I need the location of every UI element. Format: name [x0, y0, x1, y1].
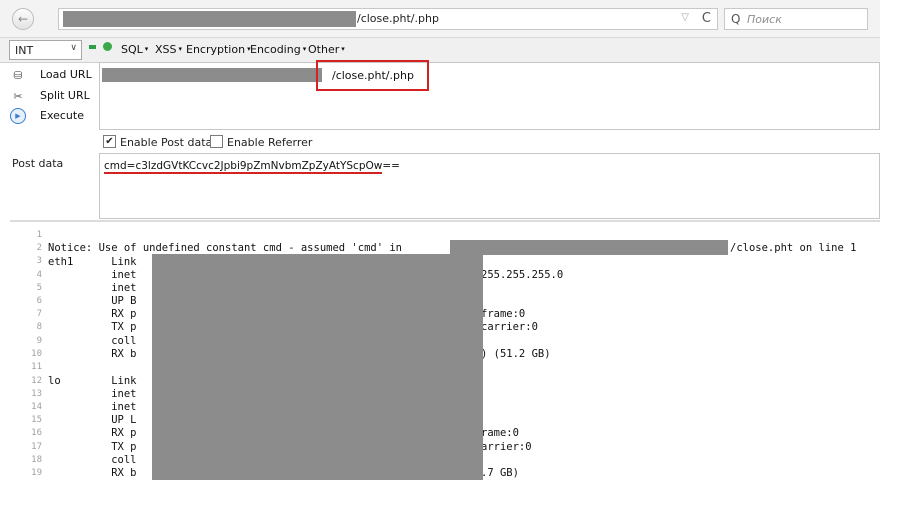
enable-referrer-label: Enable Referrer	[227, 136, 313, 149]
navigation-bar: ← /close.pht/.php ▽ C Q Поиск	[0, 0, 880, 38]
redacted-host	[63, 11, 356, 27]
page-source-view: 1 2 3 4 5 6 7 8 9 10 11 12 13 14 15 16 1…	[0, 228, 880, 488]
code-line: RX b	[48, 348, 137, 360]
code-line-tail: rame:0	[481, 427, 519, 439]
line-number: 14	[31, 402, 42, 412]
line-number: 7	[36, 309, 42, 319]
address-bar[interactable]: /close.pht/.php ▽ C	[58, 8, 718, 30]
code-line: eth1 Link	[48, 256, 137, 268]
code-line: RX b	[48, 467, 137, 479]
code-line: TX p	[48, 441, 137, 453]
line-number: 5	[36, 283, 42, 293]
line-number: 18	[31, 455, 42, 465]
code-line: coll	[48, 454, 137, 466]
line-number: 4	[36, 270, 42, 280]
checkbox-unchecked-icon	[210, 135, 223, 148]
code-line: lo Link	[48, 375, 137, 387]
code-line-tail: carrier:0	[481, 321, 538, 333]
type-select[interactable]: INT ∨	[9, 40, 82, 60]
code-line: TX p	[48, 321, 137, 333]
search-placeholder: Поиск	[747, 13, 782, 26]
back-arrow-icon: ←	[17, 12, 29, 26]
chevron-down-icon: ∨	[70, 43, 77, 53]
post-data-value: cmd=c3lzdGVtKCcvc2Jpbi9pZmNvbmZpZyAtYScp…	[104, 160, 400, 172]
decrease-icon[interactable]	[89, 45, 96, 49]
code-line-tail: 255.255.255.0	[481, 269, 564, 281]
increase-icon[interactable]	[103, 42, 112, 51]
line-number: 3	[36, 256, 42, 266]
history-dropdown-icon[interactable]: ▽	[681, 12, 689, 23]
code-line: inet	[48, 401, 137, 413]
line-number: 16	[31, 428, 42, 438]
menu-xss[interactable]: XSS ▾	[155, 43, 182, 56]
search-icon: Q	[731, 12, 741, 26]
code-line-tail: ) (51.2 GB)	[481, 348, 551, 360]
line-number: 8	[36, 322, 42, 332]
load-url-icon: ⛁	[13, 68, 23, 82]
code-line-tail: .7 GB)	[481, 467, 519, 479]
line-number: 15	[31, 415, 42, 425]
highlight-box	[316, 60, 429, 91]
redacted-output	[152, 254, 483, 480]
code-line-tail: frame:0	[481, 308, 526, 320]
enable-post-label: Enable Post data	[120, 136, 213, 149]
execute-label: Execute	[40, 109, 84, 122]
line-number: 13	[31, 389, 42, 399]
line-number: 1	[36, 230, 42, 240]
post-data-label: Post data	[12, 157, 64, 170]
code-line: coll	[48, 335, 137, 347]
code-line: RX p	[48, 308, 137, 320]
code-line: UP B	[48, 295, 137, 307]
code-line: inet	[48, 282, 137, 294]
reload-icon[interactable]: C	[702, 11, 711, 26]
back-button[interactable]: ←	[12, 8, 34, 30]
redacted-path	[450, 240, 728, 255]
line-number: 6	[36, 296, 42, 306]
menu-sql[interactable]: SQL ▾	[121, 43, 148, 56]
execute-icon: ▶	[10, 108, 26, 124]
line-number: 12	[31, 376, 42, 386]
highlight-underline	[104, 172, 382, 174]
notice-tail: /close.pht on line 1	[730, 242, 857, 254]
redacted-host	[102, 68, 322, 82]
menu-encryption[interactable]: Encryption ▾	[186, 43, 251, 56]
line-number: 10	[31, 349, 42, 359]
post-data-textarea[interactable]: cmd=c3lzdGVtKCcvc2Jpbi9pZmNvbmZpZyAtYScp…	[99, 153, 880, 219]
type-select-value: INT	[15, 44, 34, 57]
line-number: 9	[36, 336, 42, 346]
code-line: inet	[48, 269, 137, 281]
divider	[10, 220, 880, 222]
line-number: 19	[31, 468, 42, 478]
load-url-label: Load URL	[40, 68, 92, 81]
search-box[interactable]: Q Поиск	[724, 8, 868, 30]
hackbar-toolbar: INT ∨ SQL ▾ XSS ▾ Encryption ▾ Encoding ▾ Ot…	[0, 38, 880, 63]
code-line-tail: arrier:0	[481, 441, 532, 453]
checkbox-checked-icon: ✔	[103, 135, 116, 148]
line-number: 11	[31, 362, 42, 372]
url-textarea[interactable]: /close.pht/.php	[99, 62, 880, 130]
split-url-icon: ✂	[13, 89, 23, 103]
code-line: UP L	[48, 414, 137, 426]
line-number: 2	[36, 243, 42, 253]
notice-text: Notice: Use of undefined constant cmd - …	[48, 242, 403, 254]
menu-encoding[interactable]: Encoding ▾	[250, 43, 306, 56]
address-url-text: /close.pht/.php	[357, 12, 439, 25]
split-url-label: Split URL	[40, 89, 90, 102]
code-line: inet	[48, 388, 137, 400]
menu-other[interactable]: Other ▾	[308, 43, 345, 56]
code-line: RX p	[48, 427, 137, 439]
line-number: 17	[31, 442, 42, 452]
